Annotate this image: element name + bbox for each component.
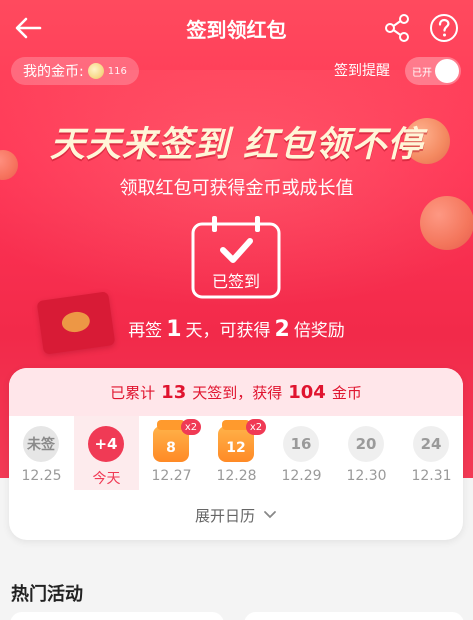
coin-decoration [420, 196, 473, 250]
future-reward-badge: 20 [348, 426, 384, 462]
coin-icon [87, 63, 104, 79]
sign-in-card: 已累计 13 天签到，获得 104 金币 未签 12.25 +4 今天 8 x2 12.… [9, 368, 463, 540]
expand-calendar-button[interactable]: 展开日历 [9, 490, 463, 540]
day-date: 12.28 [216, 468, 257, 484]
day-date: 12.29 [281, 468, 322, 484]
hot-activity-card[interactable] [10, 612, 224, 620]
double-badge: x2 [181, 419, 201, 435]
day-item-future[interactable]: 16 12.29 [269, 416, 334, 490]
top-bar: 签到领红包 [0, 0, 473, 56]
day-strip: 未签 12.25 +4 今天 8 x2 12.27 12 x2 12.28 16… [9, 416, 463, 490]
day-item-gift[interactable]: 12 x2 12.28 [204, 416, 269, 490]
help-icon[interactable] [428, 12, 460, 44]
expand-calendar-label: 展开日历 [194, 506, 255, 525]
my-coins-label: 我的金币: [23, 64, 84, 80]
again-multiplier: 2 [274, 317, 290, 342]
banner-slogan: 天天来签到 红包领不停 [49, 125, 424, 165]
day-item-future[interactable]: 20 12.30 [334, 416, 399, 490]
day-date: 12.27 [151, 468, 192, 484]
day-date: 12.30 [346, 468, 387, 484]
reminder-toggle[interactable]: 已开 [405, 57, 461, 85]
gift-value: 8 [166, 440, 176, 456]
my-coins-pill[interactable]: 我的金币: 116 [11, 57, 139, 85]
day-item-missed[interactable]: 未签 12.25 [9, 416, 74, 490]
day-date: 12.25 [21, 468, 62, 484]
summary-suffix: 金币 [331, 383, 362, 402]
double-badge: x2 [246, 419, 266, 435]
hot-activities-title: 热门活动 [11, 584, 83, 605]
summary-days: 13 [161, 381, 187, 403]
signed-in-label: 已签到 [211, 272, 260, 291]
sign-in-reminder-label: 签到提醒 [334, 63, 390, 79]
toggle-knob [435, 59, 459, 83]
summary-coins: 104 [288, 381, 326, 403]
future-reward-badge: 24 [413, 426, 449, 462]
sign-in-summary: 已累计 13 天签到，获得 104 金币 [9, 368, 463, 416]
today-reward-badge: +4 [88, 426, 124, 462]
again-middle: 天，可获得 [185, 321, 271, 341]
day-item-future[interactable]: 24 12.31 [399, 416, 463, 490]
missed-badge: 未签 [23, 426, 59, 462]
summary-middle: 天签到，获得 [192, 383, 283, 402]
share-icon[interactable] [382, 12, 414, 44]
again-reward-text: 再签 1 天，可获得 2 倍奖励 [0, 316, 473, 342]
future-reward-badge: 16 [283, 426, 319, 462]
day-date: 今天 [92, 471, 121, 487]
chevron-down-icon [264, 511, 276, 519]
day-item-gift[interactable]: 8 x2 12.27 [139, 416, 204, 490]
summary-prefix: 已累计 [110, 383, 156, 402]
again-days: 1 [166, 317, 182, 342]
toggle-state-label: 已开 [412, 68, 432, 79]
again-suffix: 倍奖励 [293, 321, 345, 341]
banner-subtitle: 领取红包可获得金币或成长值 [119, 178, 354, 199]
hot-activity-card[interactable] [244, 612, 464, 620]
gift-value: 12 [226, 440, 246, 456]
again-prefix: 再签 [128, 321, 163, 341]
day-date: 12.31 [411, 468, 452, 484]
my-coins-count: 116 [107, 65, 127, 77]
day-item-today[interactable]: +4 今天 [74, 416, 139, 490]
